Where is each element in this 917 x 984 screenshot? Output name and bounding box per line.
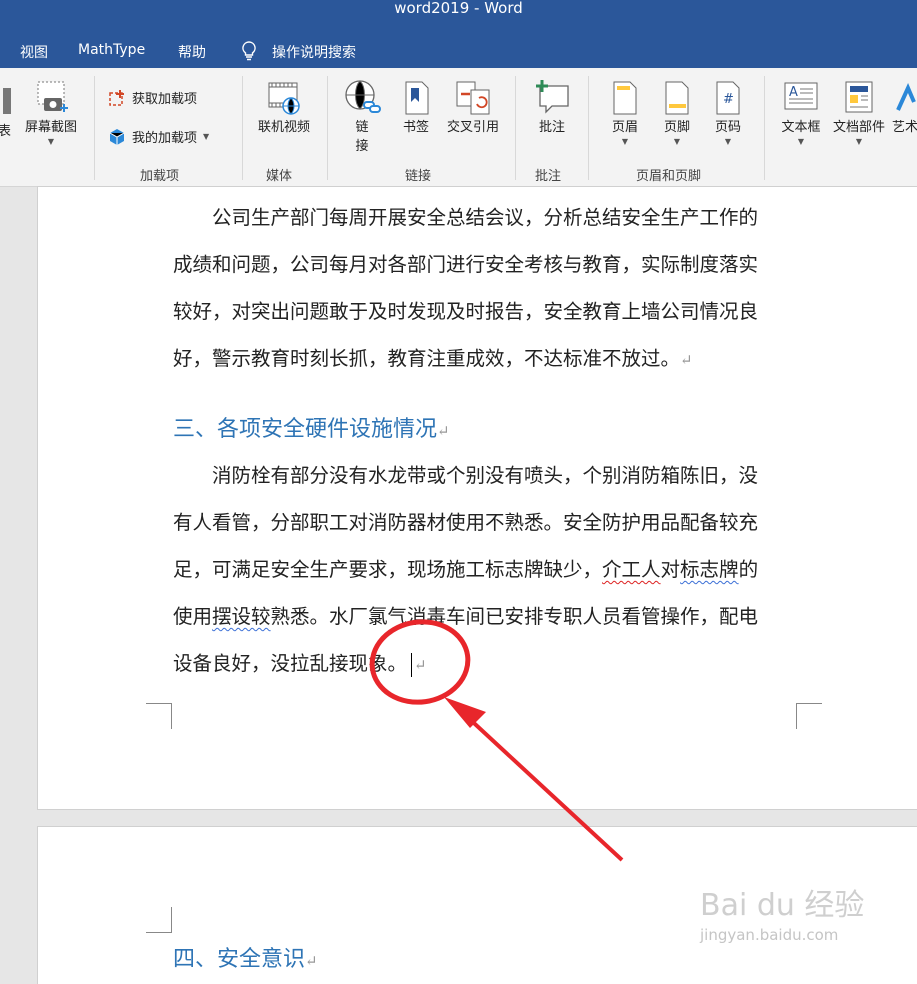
annotation-overlay xyxy=(369,619,624,862)
pointer-arrow-shaft xyxy=(460,710,624,862)
highlight-circle xyxy=(369,619,471,705)
pointer-arrow-head xyxy=(444,697,486,728)
